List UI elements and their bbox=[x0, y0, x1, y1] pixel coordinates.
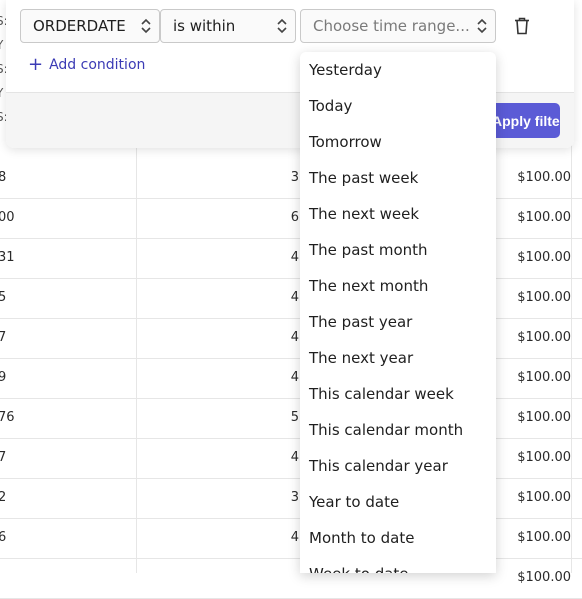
table-cell-id: 2 bbox=[0, 490, 7, 505]
table-cell-price: $100.00 bbox=[517, 410, 571, 425]
time-range-option[interactable]: Year to date bbox=[300, 484, 496, 520]
table-cell-price: $100.00 bbox=[517, 250, 571, 265]
apply-filters-label: Apply filters bbox=[492, 113, 560, 129]
time-range-option[interactable]: This calendar week bbox=[300, 376, 496, 412]
operator-select-value: is within bbox=[173, 17, 236, 35]
table-cell-qty bbox=[136, 558, 299, 598]
time-range-option[interactable]: The past month bbox=[300, 232, 496, 268]
time-range-option[interactable]: Today bbox=[300, 88, 496, 124]
table-cell-qty: 3 bbox=[290, 170, 299, 185]
table-cell-qty: 3 bbox=[290, 490, 299, 505]
table-cell-id: 7 bbox=[0, 450, 7, 465]
table-cell-qty: 4 bbox=[290, 330, 299, 345]
time-range-option[interactable]: The next week bbox=[300, 196, 496, 232]
field-select[interactable]: ORDERDATE bbox=[20, 9, 160, 43]
time-range-option[interactable]: Month to date bbox=[300, 520, 496, 556]
time-range-option[interactable]: Week to date bbox=[300, 556, 496, 573]
time-range-option[interactable]: The next month bbox=[300, 268, 496, 304]
time-range-option[interactable]: The past year bbox=[300, 304, 496, 340]
time-range-option[interactable]: Yesterday bbox=[300, 52, 496, 88]
table-cell-id: 8 bbox=[0, 170, 7, 185]
table-cell-id: 7 bbox=[0, 330, 7, 345]
table-cell-price: $100.00 bbox=[517, 370, 571, 385]
time-range-option[interactable]: The past week bbox=[300, 160, 496, 196]
table-cell-id: 9 bbox=[0, 370, 7, 385]
table-cell-id: 00 bbox=[0, 210, 15, 225]
table-cell-price: $100.00 bbox=[517, 210, 571, 225]
add-condition-button[interactable]: + Add condition bbox=[28, 55, 145, 75]
table-cell-price: $100.00 bbox=[517, 330, 571, 345]
table-cell-price: $100.00 bbox=[517, 290, 571, 305]
time-range-option[interactable]: The next year bbox=[300, 340, 496, 376]
chevron-updown-icon bbox=[277, 18, 287, 34]
time-range-option[interactable]: This calendar year bbox=[300, 448, 496, 484]
chevron-updown-icon bbox=[141, 18, 151, 34]
header-fragment: Y bbox=[0, 86, 3, 100]
table-cell-price: $100.00 bbox=[517, 170, 571, 185]
table-cell-qty: 4 bbox=[290, 250, 299, 265]
table-cell-qty: 4 bbox=[290, 290, 299, 305]
table-cell-id: 76 bbox=[0, 410, 15, 425]
field-select-value: ORDERDATE bbox=[33, 17, 126, 35]
operator-select[interactable]: is within bbox=[160, 9, 296, 43]
table-cell-price: $100.00 bbox=[517, 450, 571, 465]
trash-icon[interactable] bbox=[514, 17, 530, 35]
table-cell-id: 6 bbox=[0, 530, 7, 545]
table-cell-price: $100.00 bbox=[517, 530, 571, 545]
table-cell-qty: 5 bbox=[290, 410, 299, 425]
table-cell-qty: 4 bbox=[290, 530, 299, 545]
table-cell-id: 5 bbox=[0, 290, 7, 305]
table-cell-qty: 4 bbox=[290, 450, 299, 465]
add-condition-label: Add condition bbox=[49, 57, 146, 73]
time-range-dropdown: Yesterday Today Tomorrow The past week The n… bbox=[300, 52, 496, 573]
time-range-placeholder: Choose time range... bbox=[313, 17, 470, 35]
time-range-options: Yesterday Today Tomorrow The past week The n… bbox=[300, 52, 496, 573]
chevron-updown-icon bbox=[477, 18, 487, 34]
time-range-option[interactable]: Tomorrow bbox=[300, 124, 496, 160]
table-cell-price: $100.00 bbox=[517, 570, 571, 585]
time-range-select[interactable]: Choose time range... bbox=[300, 9, 496, 43]
table-cell-qty: 4 bbox=[290, 370, 299, 385]
apply-filters-button[interactable]: Apply filters bbox=[486, 103, 560, 138]
table-cell-id: 31 bbox=[0, 250, 15, 265]
table-cell-qty: 6 bbox=[290, 210, 299, 225]
plus-icon: + bbox=[28, 54, 44, 75]
header-fragment: Y bbox=[0, 38, 3, 52]
time-range-option[interactable]: This calendar month bbox=[300, 412, 496, 448]
table-cell-price: $100.00 bbox=[517, 490, 571, 505]
